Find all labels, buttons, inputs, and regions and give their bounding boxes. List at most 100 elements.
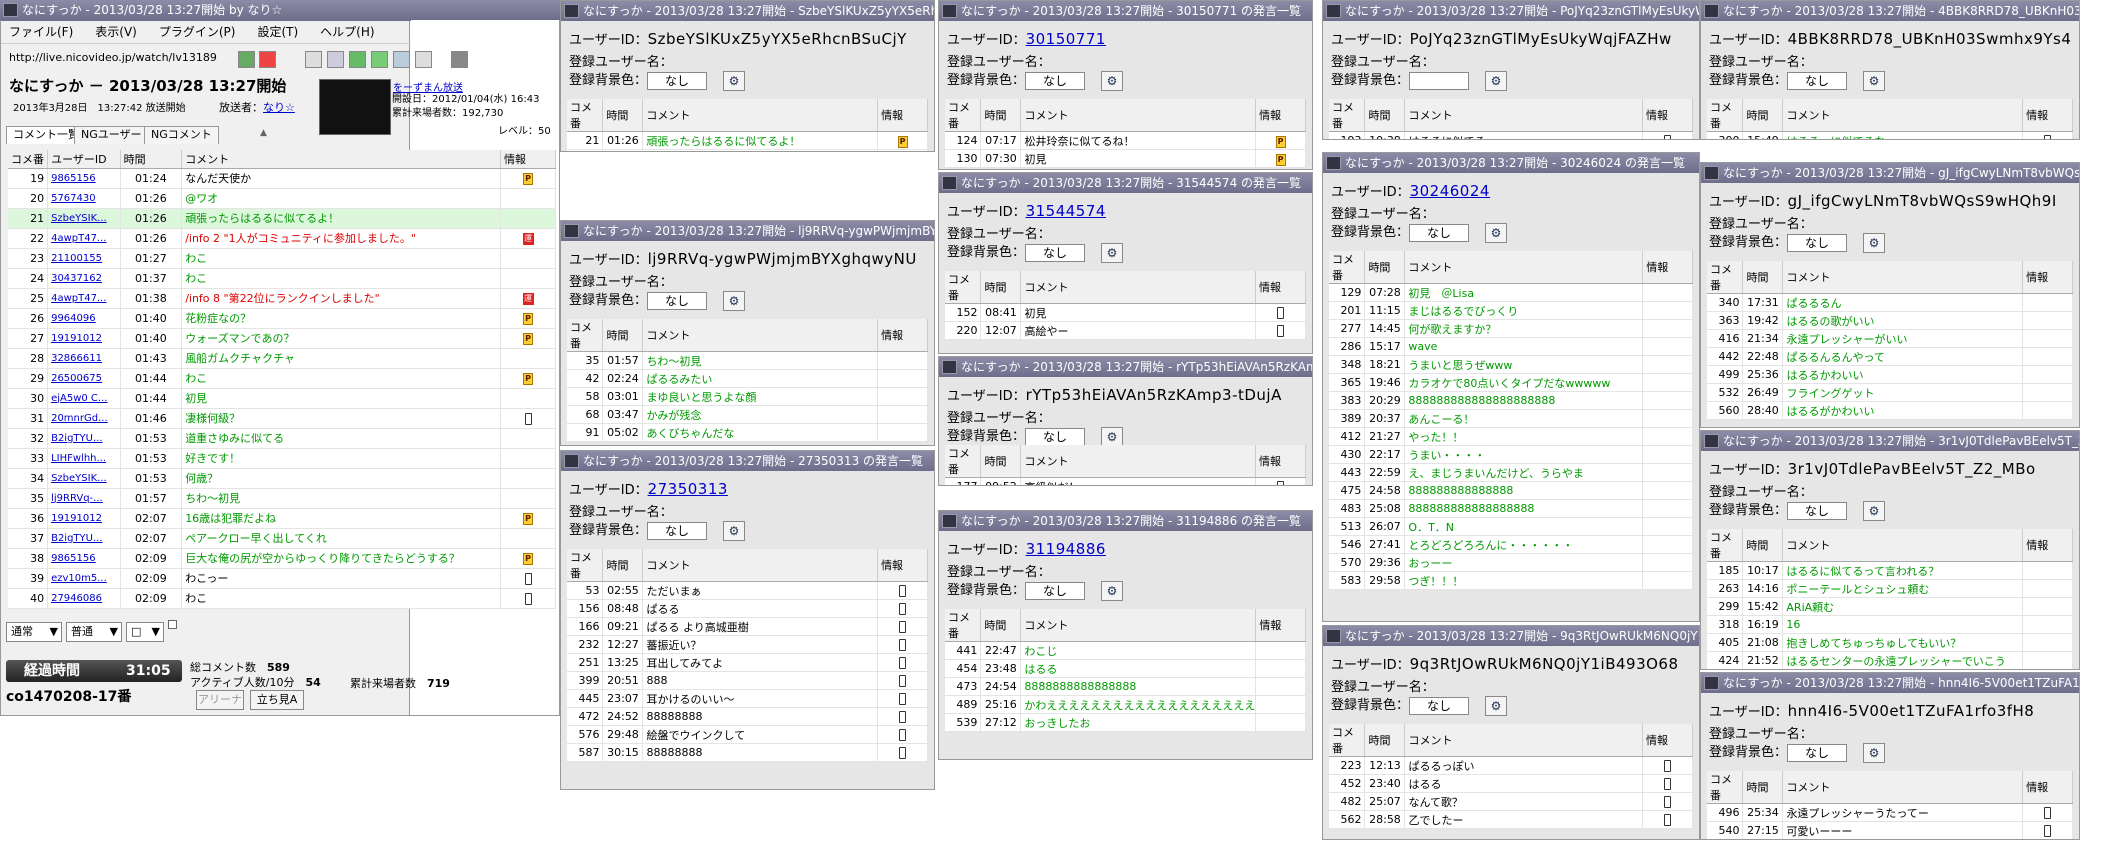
- column-header[interactable]: コメ番: [945, 609, 982, 642]
- table-row[interactable]: 22 4awpT47... 01:26/info 2 "1人がコミュニティに参加しま…: [8, 228, 556, 249]
- anonymous-checkbox[interactable]: [168, 620, 177, 629]
- monitor-icon[interactable]: [305, 51, 322, 68]
- column-header[interactable]: 情報: [1255, 99, 1306, 132]
- table-row[interactable]: 32 B2igTYU... 01:53 道重さゆみに似てる: [8, 428, 556, 449]
- wrench-icon[interactable]: ⚙: [1485, 70, 1508, 91]
- table-row[interactable]: 475 24:58 888888888888888: [1329, 481, 1693, 500]
- bg-color-select[interactable]: なし: [1787, 743, 1848, 762]
- wrench-icon[interactable]: ⚙: [1863, 70, 1886, 91]
- column-header[interactable]: コメント: [642, 319, 879, 352]
- column-header[interactable]: 情報: [1255, 445, 1306, 478]
- table-row[interactable]: 34 SzbeYSIK... 01:53 何歳？: [8, 468, 556, 489]
- table-row[interactable]: 24 30437162 01:37 わこ: [8, 268, 556, 289]
- column-header[interactable]: コメント: [1020, 445, 1257, 478]
- table-row[interactable]: 156 08:48 ぱるる: [567, 599, 928, 618]
- table-row[interactable]: 405 21:08 抱きしめてちゅっちゅしてもいい？: [1707, 633, 2073, 652]
- column-header[interactable]: 時間: [1742, 771, 1784, 804]
- column-header[interactable]: 時間: [1742, 99, 1784, 132]
- column-header[interactable]: コメント: [1020, 99, 1257, 132]
- table-row[interactable]: 472 24:52 88888888: [567, 707, 928, 726]
- table-row[interactable]: 560 28:40 はるるがかわいい: [1707, 401, 2073, 420]
- column-header[interactable]: コメ番: [1707, 99, 1744, 132]
- bg-color-select[interactable]: なし: [647, 71, 708, 90]
- column-header[interactable]: 情報: [2022, 99, 2073, 132]
- user-id-link[interactable]: SzbeYSIK...: [47, 208, 121, 229]
- column-header[interactable]: コメ番: [945, 445, 982, 478]
- column-header[interactable]: コメント: [1782, 261, 2024, 294]
- table-row[interactable]: 35 lj9RRVq-... 01:57 ちわ〜初見: [8, 488, 556, 509]
- user-id-link[interactable]: 4awpT47...: [47, 228, 121, 249]
- table-row[interactable]: 277 14:45 何が歌えますか？: [1329, 319, 1693, 338]
- table-row[interactable]: 482 25:07 なんて歌？: [1329, 792, 1693, 811]
- table-row[interactable]: 570 29:36 おっーー: [1329, 553, 1693, 572]
- column-header[interactable]: 時間: [1742, 261, 1784, 294]
- table-row[interactable]: 21 01:26 頑張ったらはるるに似てるよ！ P: [567, 131, 928, 150]
- user-id-link[interactable]: 26500675: [47, 368, 121, 389]
- table-row[interactable]: 42 02:24 ぱるるみたい: [567, 369, 928, 388]
- user-id-value[interactable]: 30246024: [1410, 182, 1490, 200]
- popup-title-bar[interactable]: なにすっか - 2013/03/28 13:27開始 - rYTp53hEiAV…: [939, 357, 1312, 377]
- bg-color-select[interactable]: なし: [1787, 501, 1848, 520]
- stop-icon[interactable]: [259, 51, 276, 68]
- wrench-icon[interactable]: ⚙: [1101, 580, 1124, 601]
- column-header[interactable]: 情報: [1642, 251, 1693, 284]
- column-header[interactable]: 時間: [1742, 529, 1784, 562]
- table-row[interactable]: 562 28:58 乙でしたー: [1329, 810, 1693, 829]
- table-row[interactable]: 68 03:47 かみが残念: [567, 405, 928, 424]
- column-header[interactable]: 情報: [2022, 771, 2073, 804]
- table-row[interactable]: 513 26:07 O．T．N: [1329, 517, 1693, 536]
- table-row[interactable]: 454 23:48 はるる: [945, 659, 1306, 678]
- popup-title-bar[interactable]: なにすっか - 2013/03/28 13:27開始 - SzbeYSlKUxZ…: [561, 1, 934, 21]
- column-header[interactable]: コメ番: [945, 271, 982, 304]
- table-row[interactable]: 20 5767430 01:26 @ワオ: [8, 188, 556, 209]
- column-header[interactable]: コメ番: [1707, 261, 1744, 294]
- table-row[interactable]: 399 20:51 888: [567, 671, 928, 690]
- table-row[interactable]: 318 16:19 16: [1707, 615, 2073, 634]
- pin-icon[interactable]: [415, 51, 432, 68]
- refresh-icon[interactable]: [371, 51, 388, 68]
- column-header[interactable]: コメント: [1020, 609, 1257, 642]
- column-header[interactable]: 時間: [980, 99, 1022, 132]
- table-row[interactable]: 496 25:34 永遠プレッシャーうたってー: [1707, 803, 2073, 822]
- standing-button[interactable]: 立ち見A: [250, 690, 304, 710]
- bg-color-select[interactable]: なし: [647, 291, 708, 310]
- user-id-link[interactable]: 32866611: [47, 348, 121, 369]
- table-row[interactable]: 483 25:08 888888888888888888: [1329, 499, 1693, 518]
- table-row[interactable]: 152 08:41 初見: [945, 303, 1306, 322]
- arena-button[interactable]: アリーナ: [196, 690, 244, 710]
- table-row[interactable]: 452 23:40 はるる: [1329, 774, 1693, 793]
- table-row[interactable]: 340 17:31 ぱるるるん: [1707, 293, 2073, 312]
- column-header[interactable]: コメ番: [8, 150, 49, 169]
- table-row[interactable]: 363 19:42 はるるの歌がいい: [1707, 311, 2073, 330]
- column-header[interactable]: 時間: [1364, 99, 1406, 132]
- popup-title-bar[interactable]: なにすっか - 2013/03/28 13:27開始 - PoJYq23znGT…: [1323, 1, 1699, 21]
- menu-item-3[interactable]: 設定(T): [257, 25, 298, 39]
- table-row[interactable]: 124 07:17 松井玲奈に似てるね！ P: [945, 131, 1306, 150]
- user-id-link[interactable]: 4awpT47...: [47, 288, 121, 309]
- user-id-link[interactable]: LIHFwlhh...: [47, 448, 121, 469]
- table-row[interactable]: 232 12:27 蕃振近い？: [567, 635, 928, 654]
- wrench-icon[interactable]: ⚙: [723, 290, 746, 311]
- url-display[interactable]: http://live.nicovideo.jp/watch/lv13189: [9, 51, 217, 64]
- table-row[interactable]: 39 ezv10m5... 02:09 わこっー: [8, 568, 556, 589]
- user-id-link[interactable]: 21100155: [47, 248, 121, 269]
- column-header[interactable]: 時間: [120, 150, 183, 169]
- column-header[interactable]: 情報: [2022, 529, 2073, 562]
- column-header[interactable]: コメ番: [567, 99, 604, 132]
- user-id-link[interactable]: 20mnrGd...: [47, 408, 121, 429]
- wrench-icon[interactable]: ⚙: [1863, 500, 1886, 521]
- column-header[interactable]: 時間: [602, 549, 644, 582]
- bg-color-select[interactable]: なし: [1025, 427, 1086, 446]
- table-row[interactable]: 576 29:48 絵盤でウインクして: [567, 725, 928, 744]
- column-header[interactable]: コメント: [1782, 99, 2024, 132]
- column-header[interactable]: 情報: [2022, 261, 2073, 294]
- popup-title-bar[interactable]: なにすっか - 2013/03/28 13:27開始 - hnn4I6-5V00…: [1701, 673, 2079, 693]
- table-row[interactable]: 30 ejA5w0 C... 01:44 初見: [8, 388, 556, 409]
- table-row[interactable]: 412 21:27 やった！！: [1329, 427, 1693, 446]
- column-header[interactable]: 情報: [877, 549, 928, 582]
- table-row[interactable]: 389 20:37 あんこーる！: [1329, 409, 1693, 428]
- column-header[interactable]: コメント: [642, 99, 879, 132]
- table-row[interactable]: 35 01:57 ちわ〜初見: [567, 351, 928, 370]
- table-row[interactable]: 201 11:15 まじはるるでびっくり: [1329, 301, 1693, 320]
- popup-title-bar[interactable]: なにすっか - 2013/03/28 13:27開始 - 30246024 の発…: [1323, 153, 1699, 173]
